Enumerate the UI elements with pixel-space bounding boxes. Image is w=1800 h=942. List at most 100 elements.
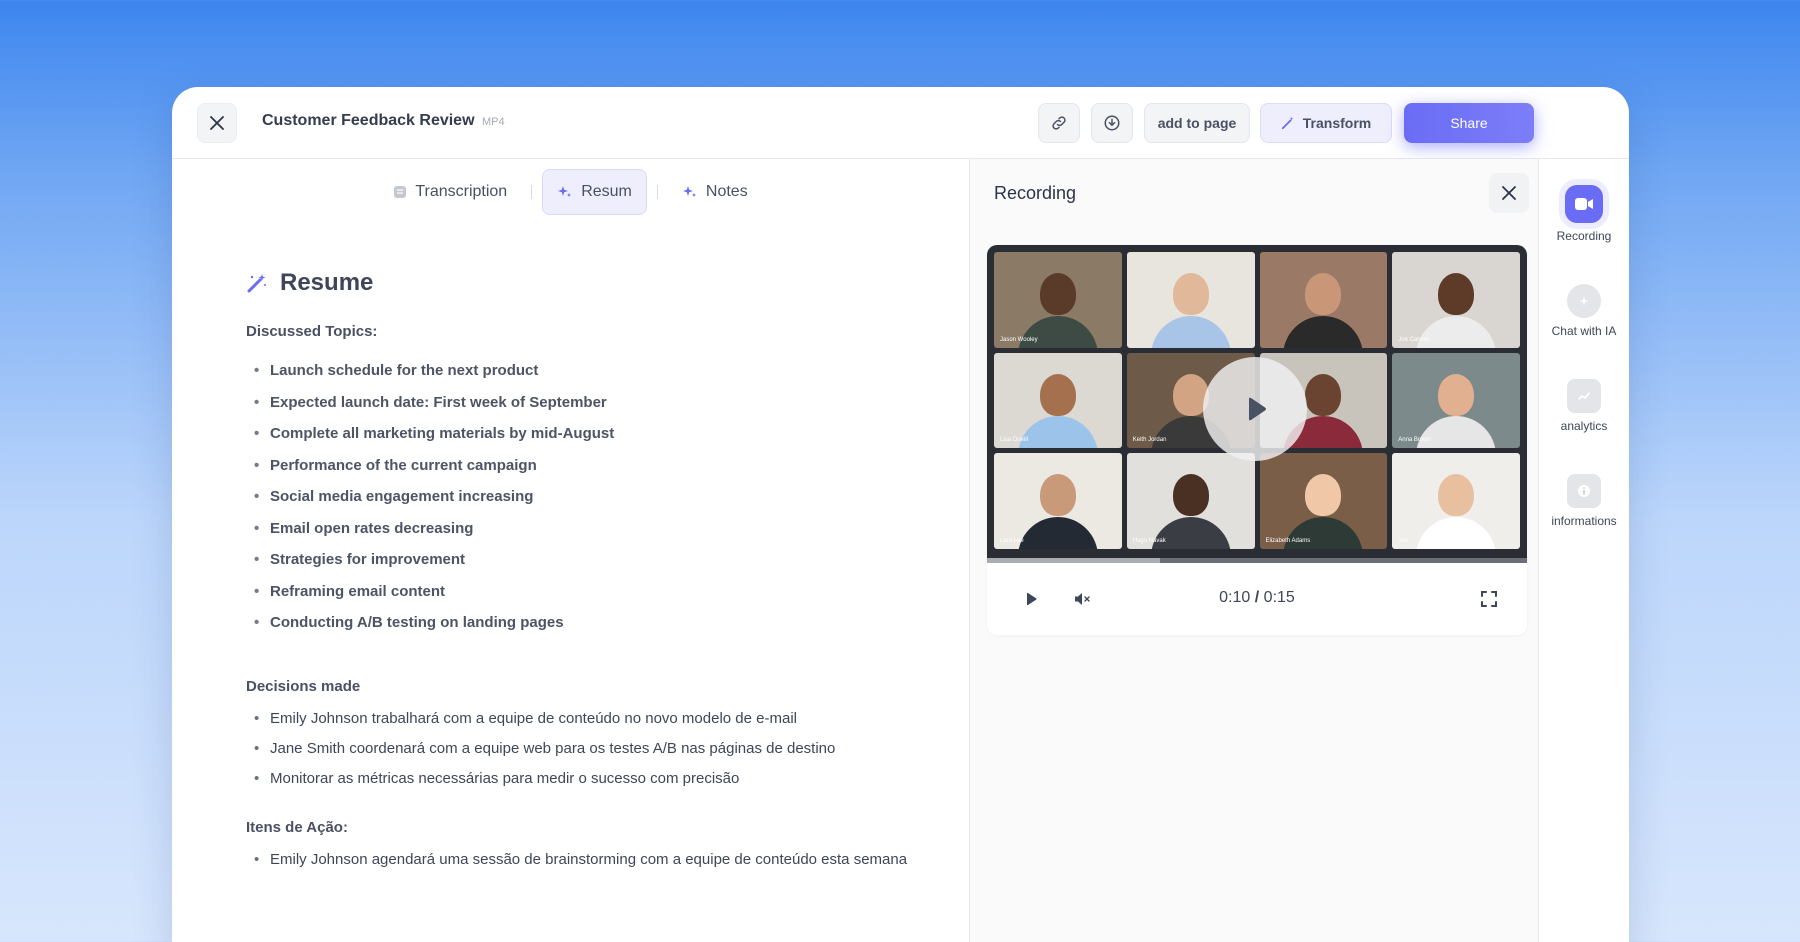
participant-head bbox=[1438, 474, 1475, 517]
transform-button[interactable]: Transform bbox=[1260, 103, 1392, 143]
current-time: 0:10 bbox=[1219, 589, 1251, 606]
list-item: Email open rates decreasing bbox=[246, 520, 926, 552]
tab-notes[interactable]: Notes bbox=[668, 169, 762, 215]
close-button[interactable] bbox=[197, 103, 237, 143]
time-separator: / bbox=[1254, 589, 1260, 606]
list-item: Emily Johnson trabalhará com a equipe de… bbox=[246, 709, 926, 729]
participant-tile: Jason Wooley bbox=[994, 252, 1122, 348]
discussed-topics-list: Launch schedule for the next product Exp… bbox=[246, 362, 926, 646]
close-recording-button[interactable] bbox=[1489, 173, 1529, 213]
download-button[interactable] bbox=[1091, 103, 1133, 143]
participant-name: You bbox=[1398, 537, 1409, 544]
participant-body bbox=[1017, 416, 1098, 449]
participant-tile: Anna Brown bbox=[1392, 352, 1520, 449]
participant-name: Joe Carson bbox=[1398, 336, 1429, 343]
list-item: Strategies for improvement bbox=[246, 551, 926, 583]
participant-tile bbox=[1259, 252, 1388, 348]
participant-name: Elizabeth Adams bbox=[1265, 537, 1311, 544]
summary-pane: Transcription Resum Notes Resume Discuss… bbox=[172, 159, 969, 942]
link-icon bbox=[1052, 116, 1066, 130]
participant-name: Anna Brown bbox=[1398, 437, 1431, 444]
decisions-list: Emily Johnson trabalhará com a equipe de… bbox=[246, 709, 926, 789]
list-item: Expected launch date: First week of Sept… bbox=[246, 394, 926, 426]
fullscreen-button[interactable] bbox=[1475, 585, 1503, 613]
rail-label: Recording bbox=[1556, 229, 1612, 243]
discussed-topics-title: Discussed Topics: bbox=[246, 323, 378, 340]
participant-head bbox=[1305, 474, 1342, 517]
total-time: 0:15 bbox=[1263, 589, 1295, 606]
rail-icon-wrap bbox=[1567, 474, 1601, 508]
rail-item-recording[interactable]: Recording bbox=[1539, 185, 1629, 243]
participant-head bbox=[1438, 273, 1475, 316]
magic-wand-icon bbox=[247, 274, 266, 293]
tab-label: Resum bbox=[581, 183, 632, 200]
participant-tile bbox=[1126, 252, 1255, 348]
participant-head bbox=[1305, 273, 1342, 316]
rail-item-informations[interactable]: informations bbox=[1539, 474, 1629, 528]
participant-head bbox=[1039, 474, 1076, 517]
list-item: Jane Smith coordenará com a equipe web p… bbox=[246, 739, 926, 759]
sparkle-icon bbox=[682, 186, 696, 197]
rail-icon-wrap bbox=[1565, 185, 1603, 223]
video-frame[interactable]: Jason Wooley Joe Carson Lisa Oneill Keith J… bbox=[987, 245, 1527, 563]
participant-body bbox=[1416, 315, 1497, 348]
rail-label: Chat with IA bbox=[1551, 324, 1617, 338]
participant-name: Jason Wooley bbox=[1000, 336, 1038, 343]
participant-body bbox=[1416, 516, 1497, 549]
video-camera-icon bbox=[1575, 198, 1593, 210]
tab-resum[interactable]: Resum bbox=[542, 169, 647, 215]
download-icon bbox=[1104, 115, 1120, 131]
participant-tile: You bbox=[1392, 453, 1520, 549]
summary-content: Resume Discussed Topics: Launch schedule… bbox=[246, 269, 926, 900]
top-bar: Customer Feedback Review MP4 add to page… bbox=[172, 87, 1629, 159]
close-icon bbox=[210, 116, 224, 130]
list-item: Complete all marketing materials by mid-… bbox=[246, 425, 926, 457]
tab-divider bbox=[656, 185, 658, 199]
add-to-page-button[interactable]: add to page bbox=[1144, 103, 1250, 143]
list-item: Social media engagement increasing bbox=[246, 488, 926, 520]
app-window: Customer Feedback Review MP4 add to page… bbox=[172, 87, 1629, 942]
magic-wand-icon bbox=[1281, 116, 1294, 130]
action-items-title: Itens de Ação: bbox=[246, 818, 348, 836]
info-icon bbox=[1578, 485, 1590, 497]
rail-item-analytics[interactable]: analytics bbox=[1539, 379, 1629, 433]
rail-item-chat[interactable]: Chat with IA bbox=[1539, 284, 1629, 338]
participant-tile: Lara Lee bbox=[994, 453, 1122, 549]
participant-head bbox=[1438, 373, 1475, 416]
rail-icon-wrap bbox=[1567, 284, 1601, 318]
copy-link-button[interactable] bbox=[1038, 103, 1080, 143]
time-display: 0:10 / 0:15 bbox=[987, 589, 1527, 607]
rail-label: analytics bbox=[1560, 419, 1608, 433]
list-item: Emily Johnson agendará uma sessão de bra… bbox=[246, 850, 926, 870]
transform-label: Transform bbox=[1302, 115, 1372, 131]
rail-icon-wrap bbox=[1567, 379, 1601, 413]
action-items-list: Emily Johnson agendará uma sessão de bra… bbox=[246, 850, 926, 870]
tab-transcription[interactable]: Transcription bbox=[379, 169, 521, 215]
side-rail: Recording Chat with IA analytics informa… bbox=[1539, 159, 1629, 942]
tab-divider bbox=[531, 185, 533, 199]
participant-tile: Hugo Navak bbox=[1126, 453, 1255, 549]
participant-head bbox=[1039, 373, 1076, 416]
decisions-title: Decisions made bbox=[246, 677, 361, 695]
participant-tile: Lisa Oneill bbox=[994, 352, 1122, 449]
participant-head bbox=[1305, 373, 1342, 416]
video-player: Jason Wooley Joe Carson Lisa Oneill Keith J… bbox=[987, 245, 1527, 635]
tab-label: Notes bbox=[705, 183, 748, 200]
list-item: Performance of the current campaign bbox=[246, 457, 926, 489]
participant-body bbox=[1416, 416, 1497, 449]
sparkle-icon bbox=[558, 186, 572, 197]
fullscreen-icon bbox=[1481, 591, 1497, 607]
resume-title: Resume bbox=[280, 269, 374, 296]
list-item: Conducting A/B testing on landing pages bbox=[246, 614, 926, 646]
list-item: Launch schedule for the next product bbox=[246, 362, 926, 394]
rail-label: informations bbox=[1551, 514, 1617, 528]
file-type-badge: MP4 bbox=[482, 116, 505, 128]
play-overlay-button[interactable] bbox=[1203, 357, 1307, 461]
participant-tile: Joe Carson bbox=[1392, 252, 1520, 348]
participant-name: Lara Lee bbox=[1000, 537, 1024, 544]
document-icon bbox=[394, 186, 407, 198]
recording-pane: Recording Jason Wooley Joe Carson Lisa One… bbox=[969, 159, 1539, 942]
participant-name: Lisa Oneill bbox=[1000, 437, 1029, 444]
participant-name: Hugo Navak bbox=[1132, 537, 1166, 544]
share-button[interactable]: Share bbox=[1404, 103, 1534, 143]
